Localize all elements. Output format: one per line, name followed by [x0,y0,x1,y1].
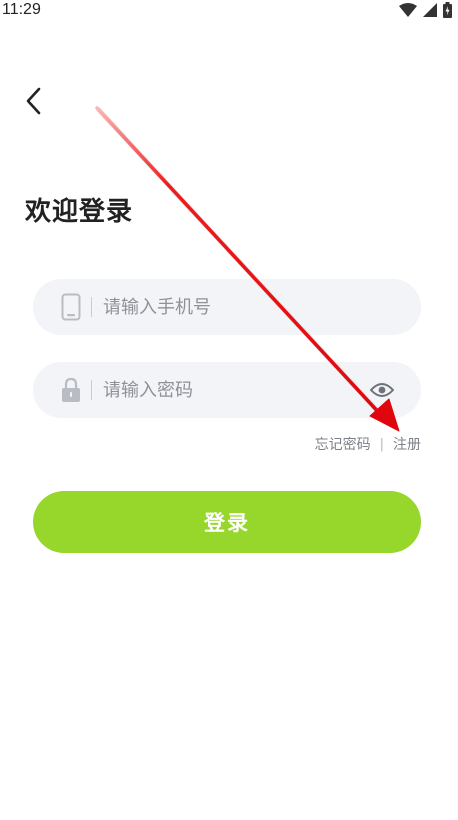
login-screen: 11:29 欢迎登录 请输入手机号 忘记密码 | 注册 登录 [0,0,458,820]
lock-icon [60,376,82,404]
signal-icon [423,3,437,17]
phone-field[interactable] [33,279,421,335]
register-link[interactable]: 注册 [393,436,421,454]
password-field[interactable] [33,362,421,418]
password-input[interactable] [103,379,343,401]
login-button[interactable]: 登录 [33,491,421,553]
link-separator: | [379,437,384,452]
field-divider [91,380,92,400]
phone-input[interactable] [103,296,343,318]
status-bar: 11:29 [0,0,458,22]
status-icons [399,2,452,18]
wifi-icon [399,3,417,17]
forgot-password-link[interactable]: 忘记密码 [315,436,371,454]
chevron-left-icon [25,87,43,119]
back-button[interactable] [18,86,50,120]
phone-icon [60,293,82,321]
battery-charging-icon [443,2,452,18]
auth-links: 忘记密码 | 注册 [315,436,421,454]
status-time: 11:29 [2,1,41,18]
page-title: 欢迎登录 [25,197,134,227]
eye-icon[interactable] [369,378,395,402]
field-divider [91,297,92,317]
